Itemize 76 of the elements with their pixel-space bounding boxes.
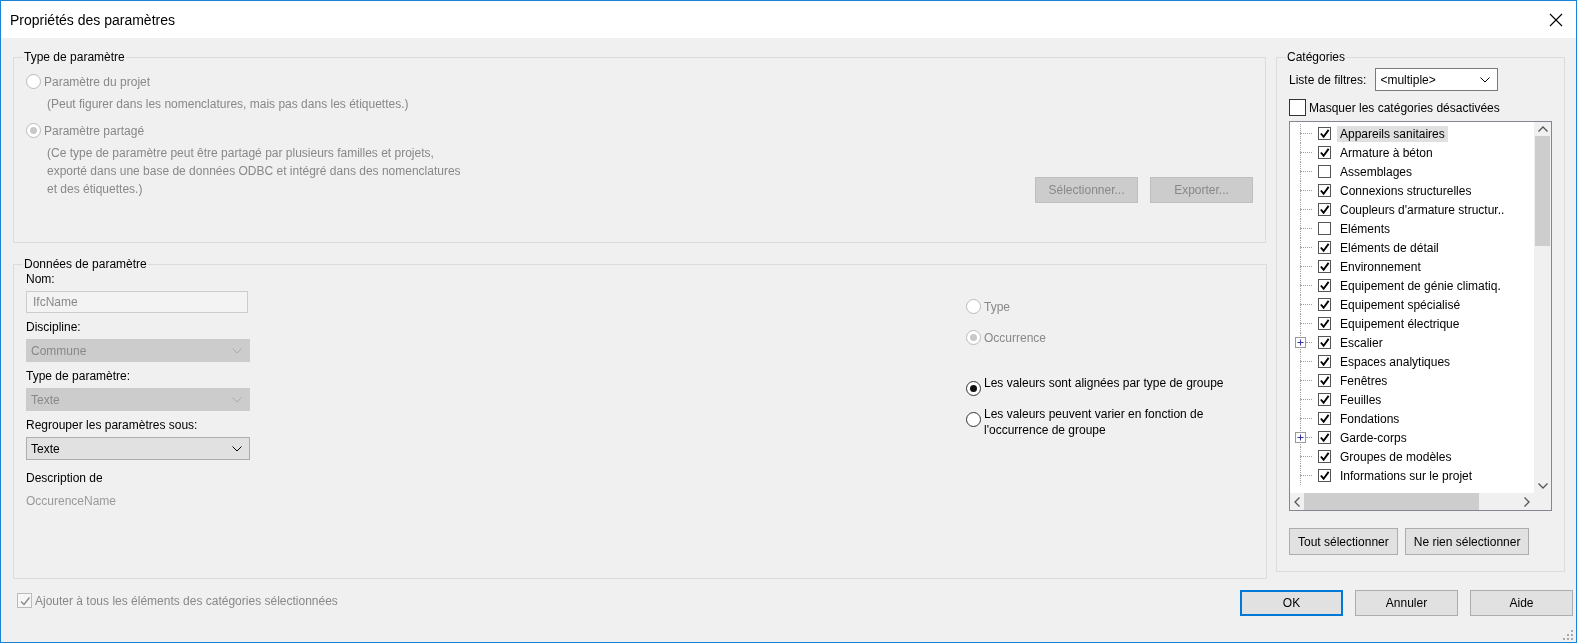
tree-item[interactable]: Assemblages <box>1337 163 1416 180</box>
checkbox[interactable] <box>1318 222 1331 235</box>
filter-dropdown[interactable]: <multiple> <box>1375 68 1499 91</box>
tree-item[interactable]: Coupleurs d'armature structur.. <box>1337 201 1508 218</box>
field-label: Discipline: <box>26 319 82 335</box>
tree-item[interactable]: Equipement spécialisé <box>1337 296 1464 313</box>
window-title: Propriétés des paramètres <box>10 11 175 28</box>
tree-item[interactable]: Connexions structurelles <box>1337 182 1475 199</box>
tree-item[interactable]: Informations sur le projet <box>1337 467 1476 484</box>
checkbox[interactable] <box>1318 165 1331 178</box>
checkbox[interactable] <box>1318 298 1331 311</box>
option-description: (Ce type de paramètre peut être partagé par plusieurs familles et projets, exporté dans une base de données ODBC et intégré dans des nomenclatures et des étiquettes.) <box>47 145 462 198</box>
checkbox[interactable] <box>1318 469 1331 482</box>
expand-icon[interactable] <box>1295 432 1306 443</box>
tree-item[interactable]: Eléments <box>1337 220 1394 237</box>
option-description: (Peut figurer dans les nomenclatures, mais pas dans les étiquettes.) <box>47 96 410 113</box>
chevron-down-icon[interactable] <box>232 445 242 452</box>
tree-item[interactable]: Garde-corps <box>1337 429 1410 446</box>
tree-item[interactable]: Fondations <box>1337 410 1403 427</box>
checkbox[interactable] <box>1318 317 1331 330</box>
tree-item[interactable]: Equipement de génie climatiq. <box>1337 277 1504 294</box>
checkbox[interactable] <box>1318 260 1331 273</box>
group-title: Données de paramètre <box>23 257 148 271</box>
dialog-button[interactable]: Aide <box>1470 590 1573 616</box>
checkbox[interactable] <box>1318 355 1331 368</box>
checkbox[interactable] <box>1318 374 1331 387</box>
checkbox-label[interactable]: Masquer les catégories désactivées <box>1309 100 1500 115</box>
checkbox[interactable] <box>1318 431 1331 444</box>
tree-item[interactable]: Environnement <box>1337 258 1424 275</box>
scroll-right-icon[interactable] <box>1524 496 1530 507</box>
checkbox[interactable] <box>1318 279 1331 292</box>
tree-item[interactable]: Appareils sanitaires <box>1337 125 1448 142</box>
radio-label[interactable]: Les valeurs peuvent varier en fonction de l'occurrence de groupe <box>984 406 1256 438</box>
tree-item[interactable]: Feuilles <box>1337 391 1385 408</box>
scrollbar[interactable] <box>1290 493 1551 510</box>
group-title: Type de paramètre <box>23 50 126 64</box>
checkbox[interactable] <box>1318 146 1331 159</box>
dialog-button[interactable]: Annuler <box>1355 590 1458 616</box>
tree-item[interactable]: Armature à béton <box>1337 144 1436 161</box>
dialog-button[interactable]: OK <box>1240 590 1343 616</box>
tree-item[interactable]: Eléments de détail <box>1337 239 1442 256</box>
checkbox[interactable] <box>1318 412 1331 425</box>
checkbox[interactable] <box>1318 184 1331 197</box>
dropdown[interactable]: Texte <box>26 437 250 460</box>
scroll-up-icon[interactable] <box>1537 126 1548 132</box>
expand-icon[interactable] <box>1295 337 1306 348</box>
checkbox[interactable] <box>1318 450 1331 463</box>
checkbox[interactable] <box>1318 241 1331 254</box>
resize-grip-icon[interactable] <box>1563 630 1573 640</box>
scrollbar[interactable] <box>1534 122 1551 493</box>
field-label: Nom: <box>26 271 56 287</box>
field-label: Liste de filtres: <box>1289 71 1367 88</box>
dialog-button[interactable]: Ne rien sélectionner <box>1404 528 1530 555</box>
scroll-left-icon[interactable] <box>1294 496 1300 507</box>
checkbox[interactable] <box>1318 127 1331 140</box>
tree-item[interactable]: Groupes de modèles <box>1337 448 1455 465</box>
checkbox[interactable] <box>1318 203 1331 216</box>
group-title: Catégories <box>1286 50 1347 64</box>
tree-item[interactable]: Espaces analytiques <box>1337 353 1454 370</box>
checkbox[interactable] <box>1289 99 1306 116</box>
field-label: Description de <box>26 470 104 486</box>
radio-label[interactable]: Les valeurs sont alignées par type de groupe <box>984 375 1256 391</box>
dialog-button[interactable]: Tout sélectionner <box>1289 528 1398 555</box>
tree-item[interactable]: Fenêtres <box>1337 372 1391 389</box>
description-text: OccurenceName <box>26 494 118 508</box>
scroll-down-icon[interactable] <box>1537 483 1548 489</box>
close-icon[interactable] <box>1549 12 1563 27</box>
field-label: Regrouper les paramètres sous: <box>26 417 199 433</box>
tree-item[interactable]: Escalier <box>1337 334 1386 351</box>
field-label: Type de paramètre: <box>26 368 132 384</box>
checkbox[interactable] <box>1318 393 1331 406</box>
checkbox[interactable] <box>1318 336 1331 349</box>
radio-button[interactable] <box>966 412 981 427</box>
tree-item[interactable]: Equipement électrique <box>1337 315 1463 332</box>
radio-button[interactable] <box>966 381 981 396</box>
chevron-down-icon[interactable] <box>1480 76 1491 83</box>
